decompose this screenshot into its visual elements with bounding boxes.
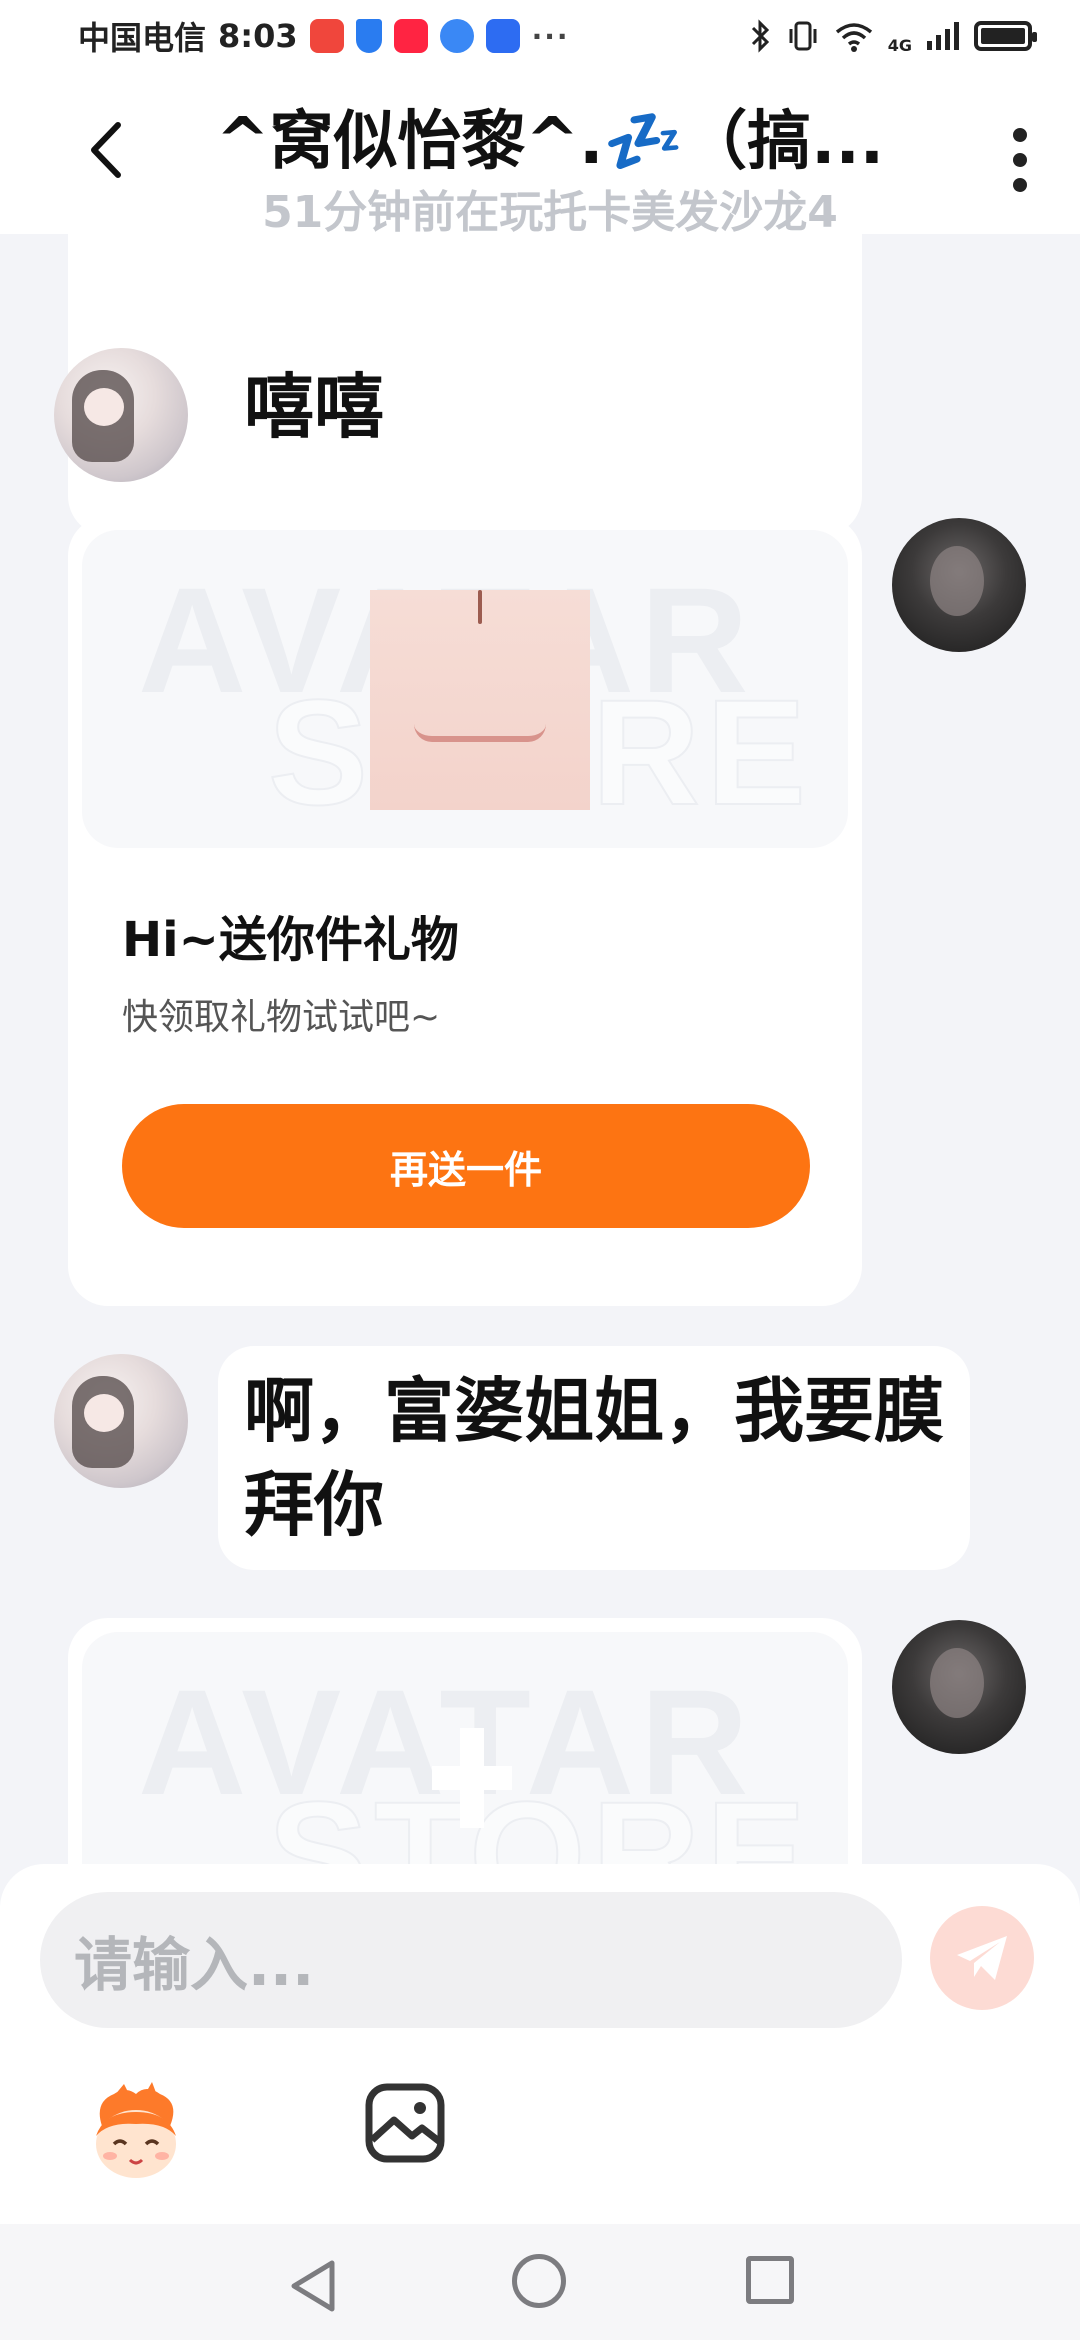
chat-messages[interactable]: 嘻嘻 AVATAR STORE Hi~送你件礼物 快领取礼物试试吧~ 再送一件 … <box>0 234 1080 1864</box>
chat-title: ^窝似怡黎^.💤（搞... <box>215 105 885 179</box>
battery-icon <box>974 21 1037 51</box>
message-input[interactable]: 请输入... <box>40 1892 902 2028</box>
dot-icon <box>1013 178 1027 192</box>
status-time: 8:03 <box>218 17 298 55</box>
gift-face-image <box>370 590 590 810</box>
network-type: 4G <box>887 35 912 55</box>
huawei-app-icon <box>309 19 344 53</box>
watermark-text: STORE <box>267 1769 813 1864</box>
chevron-left-icon <box>91 122 121 178</box>
xiaohongshu-app-icon <box>393 19 428 53</box>
dot-icon <box>1013 128 1027 142</box>
nav-back-icon[interactable] <box>288 2258 338 2314</box>
vibrate-icon <box>789 21 817 51</box>
previous-message-bubble <box>68 234 862 536</box>
gift-nose-shape <box>478 590 482 624</box>
system-nav-bar <box>0 2224 1080 2340</box>
friend-avatar[interactable] <box>54 348 188 482</box>
bluetooth-icon <box>751 19 769 53</box>
message-text: 啊，富婆姐姐，我要膜拜你 <box>244 1370 944 1546</box>
status-left: 中国电信 8:03 ··· <box>78 13 570 59</box>
friend-avatar[interactable] <box>54 1354 188 1488</box>
bulb-app-icon <box>485 19 520 53</box>
gift-card: AVATAR STORE Hi~送你件礼物 快领取礼物试试吧~ 再送一件 <box>68 516 862 1306</box>
status-right: 4G <box>750 18 1037 55</box>
gift-card-title: Hi~送你件礼物 <box>122 912 459 968</box>
plus-icon <box>432 1728 512 1828</box>
gift-preview[interactable]: AVATAR STORE <box>82 530 848 848</box>
wifi-icon <box>835 23 872 52</box>
message-text: 嘻嘻 <box>244 366 384 448</box>
emoji-button[interactable] <box>84 2082 188 2186</box>
gift-mouth-shape <box>414 724 546 742</box>
message-composer: 请输入... <box>0 1864 1080 2224</box>
back-button[interactable] <box>74 118 138 182</box>
send-again-button[interactable]: 再送一件 <box>122 1104 810 1228</box>
friend-message-bubble: 嘻嘻 <box>218 342 424 472</box>
image-picker-button[interactable] <box>364 2082 446 2164</box>
signal-icon <box>927 22 959 50</box>
gift-card: AVATAR STORE <box>68 1618 862 1864</box>
gift-card-subtitle: 快领取礼物试试吧~ <box>122 997 441 1038</box>
send-button[interactable] <box>930 1906 1034 2010</box>
paper-plane-icon <box>957 1936 1007 1980</box>
nav-home-icon[interactable] <box>512 2254 566 2308</box>
shield-app-icon <box>355 19 382 53</box>
gift-preview[interactable]: AVATAR STORE <box>82 1632 848 1864</box>
browser-app-icon <box>439 19 474 53</box>
input-placeholder: 请输入... <box>74 1931 315 1999</box>
nav-recent-apps-icon[interactable] <box>746 2256 794 2304</box>
chat-header: ^窝似怡黎^.💤（搞... 51分钟前在玩托卡美发沙龙4 <box>0 72 1080 238</box>
carrier-name: 中国电信 <box>78 19 207 57</box>
dot-icon <box>1013 153 1027 167</box>
chat-subtitle: 51分钟前在玩托卡美发沙龙4 <box>262 187 838 238</box>
my-avatar[interactable] <box>892 518 1026 652</box>
my-avatar[interactable] <box>892 1620 1026 1754</box>
image-icon <box>365 2083 445 2163</box>
more-options-button[interactable] <box>1000 120 1040 200</box>
friend-message-bubble: 啊，富婆姐姐，我要膜拜你 <box>218 1346 970 1570</box>
more-notifications-icon: ··· <box>531 19 570 53</box>
status-bar: 中国电信 8:03 ··· 4G <box>0 0 1080 72</box>
avatar-emoji-icon <box>96 2082 176 2178</box>
